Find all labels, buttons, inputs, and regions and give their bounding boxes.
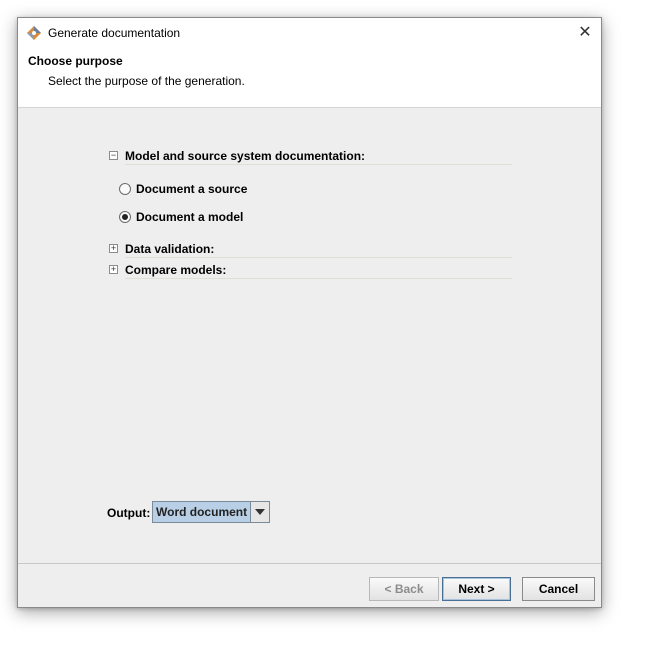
radio-button-icon[interactable]	[119, 183, 131, 195]
footer-divider	[18, 563, 601, 564]
section-title[interactable]: Model and source system documentation:	[125, 149, 365, 163]
back-button[interactable]: < Back	[369, 577, 439, 601]
title-bar: Generate documentation ✕	[18, 18, 601, 50]
section-divider	[125, 257, 512, 258]
next-button[interactable]: Next >	[442, 577, 511, 601]
output-label: Output:	[107, 506, 151, 520]
cancel-button[interactable]: Cancel	[522, 577, 595, 601]
expand-icon[interactable]: +	[109, 244, 118, 253]
radio-label[interactable]: Document a model	[136, 210, 243, 224]
section-divider	[125, 164, 512, 165]
section-title[interactable]: Data validation:	[125, 242, 214, 256]
radio-label[interactable]: Document a source	[136, 182, 247, 196]
app-logo-icon	[27, 26, 41, 40]
wizard-header: Choose purpose Select the purpose of the…	[18, 50, 601, 108]
output-format-select[interactable]: Word document	[152, 501, 270, 523]
section-data-validation: + Data validation:	[109, 242, 512, 258]
step-title: Choose purpose	[28, 54, 123, 68]
section-title[interactable]: Compare models:	[125, 263, 226, 277]
section-model-source-docs: − Model and source system documentation:	[109, 149, 512, 165]
section-divider	[125, 278, 512, 279]
close-icon[interactable]: ✕	[569, 18, 601, 48]
window-title: Generate documentation	[48, 26, 181, 40]
chevron-down-icon[interactable]	[250, 502, 269, 522]
output-format-value[interactable]: Word document	[156, 505, 247, 519]
step-description: Select the purpose of the generation.	[48, 74, 245, 88]
section-compare-models: + Compare models:	[109, 263, 512, 279]
radio-button-checked-icon[interactable]	[119, 211, 131, 223]
collapse-icon[interactable]: −	[109, 151, 118, 160]
generate-documentation-dialog: Generate documentation ✕ Choose purpose …	[17, 17, 602, 608]
expand-icon[interactable]: +	[109, 265, 118, 274]
